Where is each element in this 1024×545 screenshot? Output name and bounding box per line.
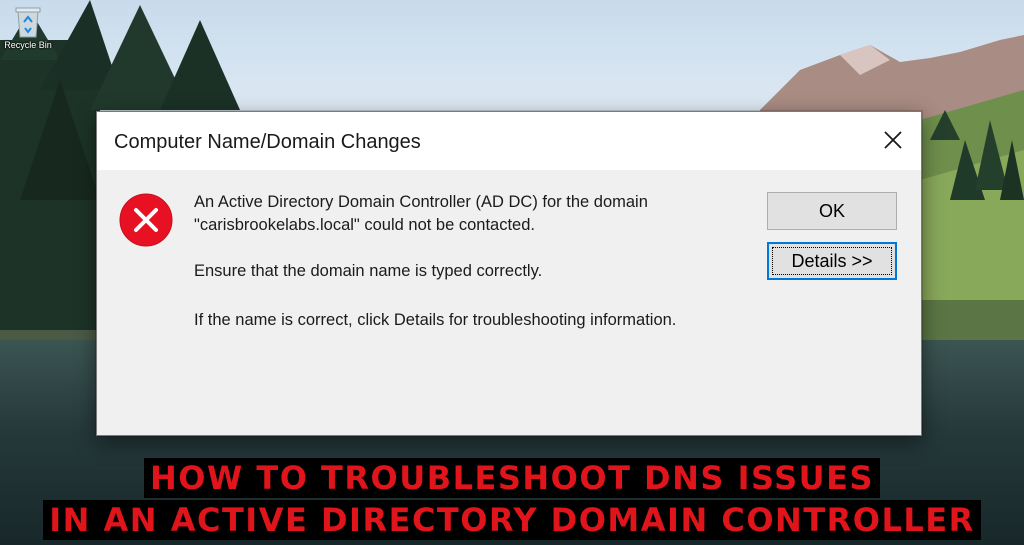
recycle-bin-label: Recycle Bin <box>4 40 52 50</box>
dialog-title: Computer Name/Domain Changes <box>114 131 421 153</box>
close-icon <box>884 131 902 149</box>
recycle-bin-shortcut[interactable]: Recycle Bin <box>4 4 52 50</box>
caption-line-2-wrapper: IN AN ACTIVE DIRECTORY DOMAIN CONTROLLER <box>0 500 1024 540</box>
close-button[interactable] <box>873 122 913 158</box>
message-line-2: "carisbrookelabs.local" could not be con… <box>194 216 535 234</box>
message-line-3: Ensure that the domain name is typed cor… <box>194 262 543 280</box>
message-line-4: If the name is correct, click Details fo… <box>194 311 677 329</box>
ok-button[interactable]: OK <box>767 192 897 230</box>
details-button[interactable]: Details >> <box>767 242 897 280</box>
error-icon <box>119 193 173 247</box>
caption-line-1: HOW TO TROUBLESHOOT DNS ISSUES <box>143 458 881 498</box>
focus-rectangle <box>772 247 892 275</box>
domain-changes-dialog: Computer Name/Domain Changes An Active D… <box>96 111 922 436</box>
recycle-bin-icon <box>15 7 41 38</box>
message-line-1: An Active Directory Domain Controller (A… <box>194 193 648 211</box>
dialog-titlebar[interactable]: Computer Name/Domain Changes <box>97 112 921 170</box>
ok-button-label: OK <box>818 200 845 221</box>
caption-line-1-wrapper: HOW TO TROUBLESHOOT DNS ISSUES <box>0 458 1024 498</box>
caption-line-2: IN AN ACTIVE DIRECTORY DOMAIN CONTROLLER <box>43 500 981 540</box>
